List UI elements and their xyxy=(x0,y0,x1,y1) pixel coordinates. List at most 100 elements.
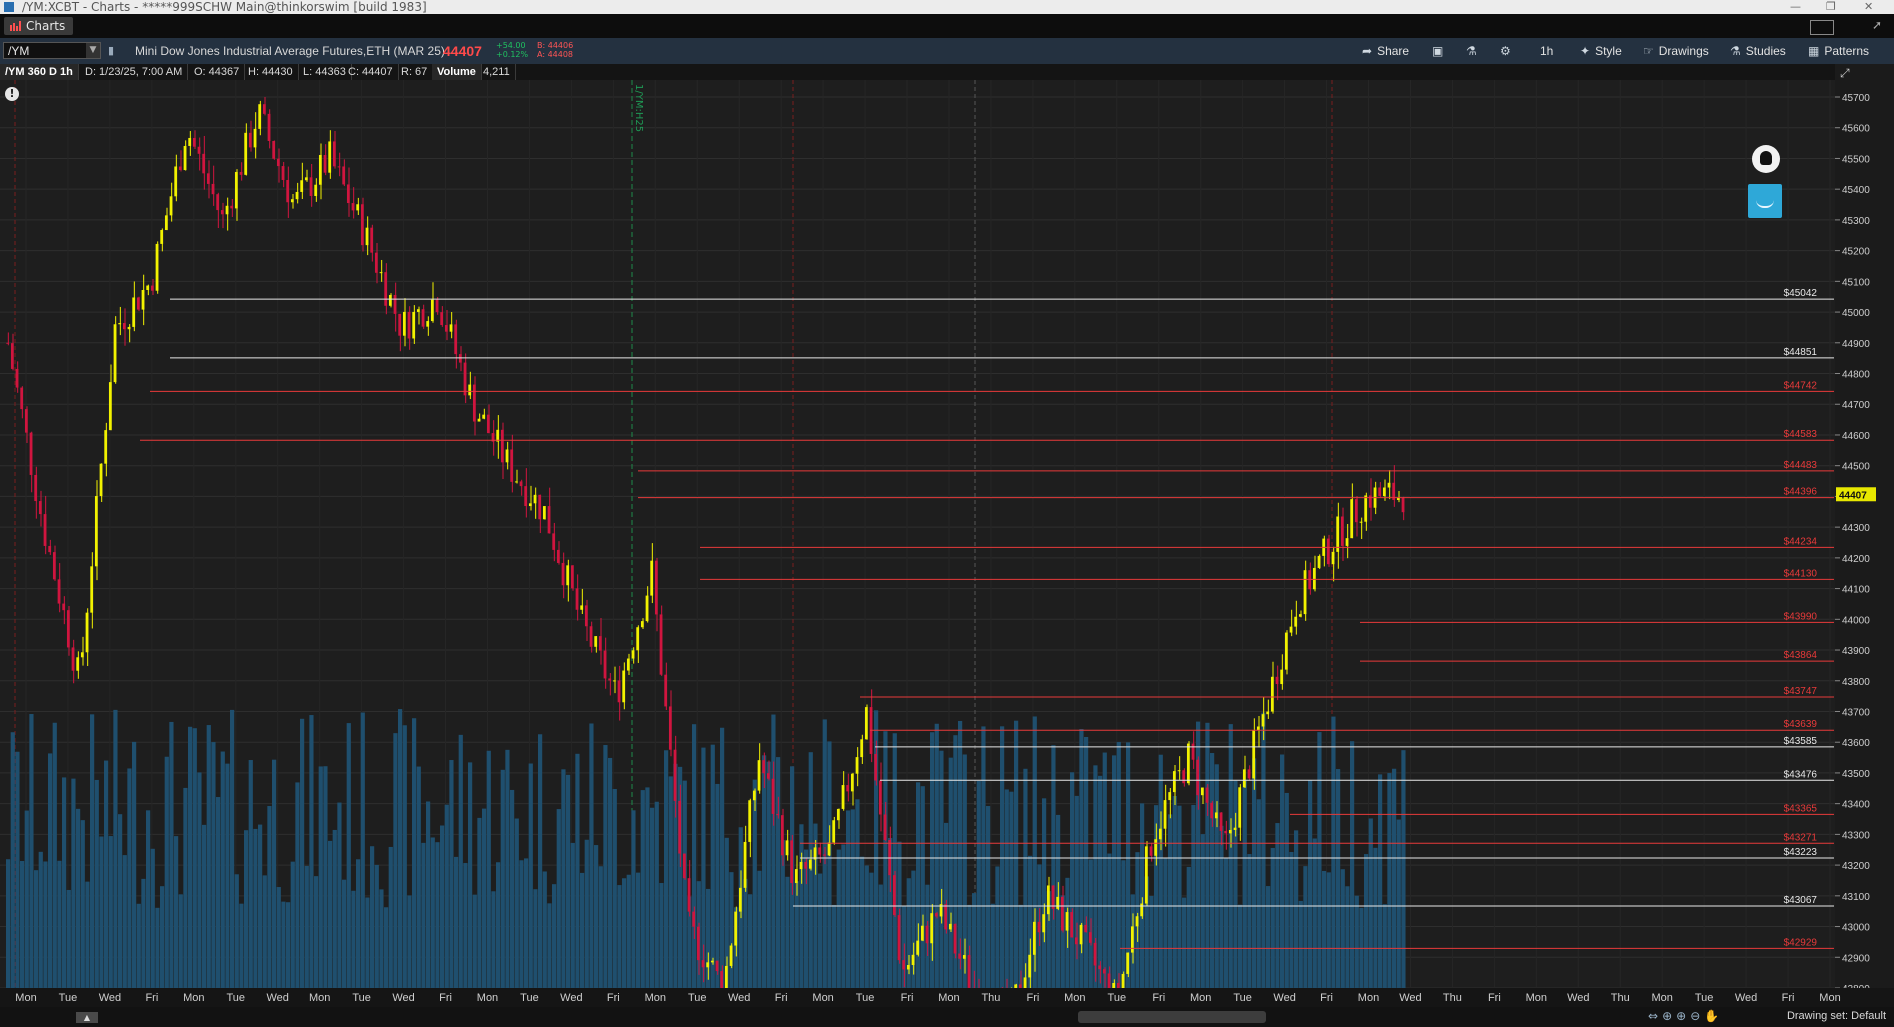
detach-window-icon[interactable] xyxy=(1810,20,1834,35)
candle-body xyxy=(1242,769,1246,788)
volume-bar xyxy=(220,751,225,988)
level-label: $43223 xyxy=(1784,847,1818,858)
volume-bar xyxy=(1247,854,1252,988)
pan-icon[interactable]: ⇔ xyxy=(1648,1009,1658,1023)
x-tick-label: Mon xyxy=(309,992,330,1004)
volume-bar xyxy=(486,750,491,988)
timeframe-button[interactable]: 1h xyxy=(1540,42,1553,60)
volume-bar xyxy=(6,859,11,988)
alert-icon[interactable]: ! xyxy=(5,87,19,101)
chart-area[interactable]: 1/YM:H25 $45042 $44851 $44742 $44583 $44483 $4… xyxy=(0,80,1894,1007)
collapse-panel-icon[interactable]: ▲ xyxy=(76,1012,98,1023)
volume-label: Volume xyxy=(432,64,482,80)
link-icon[interactable]: ▮ xyxy=(108,44,114,57)
candle-body xyxy=(850,773,854,792)
volume-bar xyxy=(155,907,160,988)
candle-body xyxy=(524,486,528,507)
zoom-out-icon[interactable]: ⊖ xyxy=(1690,1009,1700,1023)
volume-bar xyxy=(43,861,48,988)
volume-bar xyxy=(1102,752,1107,988)
candle-body xyxy=(454,324,458,355)
volume-bar xyxy=(827,741,832,988)
volume-bar xyxy=(1084,736,1089,988)
studies-button[interactable]: ⚗ Studies xyxy=(1730,42,1786,60)
hand-icon[interactable]: ✋ xyxy=(1704,1009,1719,1023)
snapshot-button[interactable]: ▣ xyxy=(1432,42,1448,60)
style-button[interactable]: ✦ Style xyxy=(1580,42,1622,60)
drawing-set[interactable]: Drawing set: Default xyxy=(1787,1010,1886,1022)
window-title: /YM:XCBT - Charts - *****999SCHW Main@th… xyxy=(22,0,427,14)
candle-body xyxy=(570,565,574,589)
crosshair-icon[interactable]: ⊕ xyxy=(1662,1009,1672,1023)
volume-bar xyxy=(1354,895,1359,988)
level-label: $44234 xyxy=(1784,536,1818,547)
pin-icon[interactable]: ➚ xyxy=(1872,18,1882,32)
volume-bar xyxy=(832,904,837,988)
candle-body xyxy=(878,780,882,815)
candle-body xyxy=(234,171,238,209)
candle-body xyxy=(384,272,388,306)
camera-icon: ▣ xyxy=(1432,44,1444,58)
settings-button[interactable]: ⚙ xyxy=(1500,42,1516,60)
flask-button[interactable]: ⚗ xyxy=(1466,42,1482,60)
candle-body xyxy=(174,166,178,197)
chart-info-bar: /YM 360 D 1h D: 1/23/25, 7:00 AM O: 4436… xyxy=(0,64,1835,80)
chart-scrollbar[interactable] xyxy=(1078,1011,1266,1023)
fit-chart-icon[interactable]: ⤢ xyxy=(1840,66,1850,81)
volume-bar xyxy=(1350,741,1355,988)
volume-bar xyxy=(612,789,617,988)
volume-bar xyxy=(1140,803,1145,988)
chart-period[interactable]: /YM 360 D 1h xyxy=(0,64,79,80)
zoom-in-icon[interactable]: ⊕ xyxy=(1676,1009,1686,1023)
volume-bar xyxy=(286,902,291,988)
maximize-icon[interactable]: ❐ xyxy=(1826,0,1836,14)
x-tick-label: Fri xyxy=(607,992,620,1004)
volume-bar xyxy=(472,894,477,988)
volume-bar xyxy=(556,809,561,988)
volume-bar xyxy=(206,725,211,988)
candle-body xyxy=(860,739,864,758)
candle-body xyxy=(295,191,299,200)
close-icon[interactable]: ✕ xyxy=(1864,0,1873,14)
tab-bar: Charts ➚ xyxy=(0,14,1894,38)
candle-body xyxy=(1219,812,1223,831)
price-chart[interactable]: 1/YM:H25 $45042 $44851 $44742 $44583 $44483 $4… xyxy=(0,80,1894,1007)
drawing-tool-icon[interactable] xyxy=(1752,145,1780,173)
volume-bar xyxy=(631,810,636,988)
volume-bar xyxy=(276,887,281,988)
level-label: $44483 xyxy=(1784,460,1818,471)
volume-bar xyxy=(430,837,435,988)
y-tick-label: 44800 xyxy=(1842,370,1870,381)
candle-body xyxy=(818,847,822,855)
minimize-icon[interactable]: — xyxy=(1790,0,1801,14)
x-tick-label: Thu xyxy=(1443,992,1462,1004)
bar-range: R: 67 xyxy=(396,64,434,80)
volume-bar xyxy=(1042,798,1047,988)
volume-bar xyxy=(892,733,897,988)
candle-body xyxy=(1121,973,1125,988)
volume-bar xyxy=(580,872,585,988)
patterns-button[interactable]: ▦ Patterns xyxy=(1808,42,1869,60)
candle-body xyxy=(38,501,42,515)
volume-bar xyxy=(864,865,869,988)
candle-body xyxy=(449,324,453,332)
y-tick-label: 43700 xyxy=(1842,707,1870,718)
volume-bar xyxy=(1345,886,1350,988)
candle-body xyxy=(757,760,761,791)
volume-bar xyxy=(776,757,781,988)
candle-body xyxy=(533,494,537,504)
volume-bar xyxy=(407,895,412,988)
tab-charts[interactable]: Charts xyxy=(4,17,74,35)
drawings-button[interactable]: ☞ Drawings xyxy=(1643,42,1709,60)
volume-bar xyxy=(234,874,239,988)
share-button[interactable]: ➦ Share xyxy=(1362,42,1409,60)
candle-body xyxy=(566,565,570,586)
volume-bar xyxy=(290,861,295,988)
symbol-dropdown-icon[interactable]: ▼ xyxy=(86,43,100,58)
y-tick-label: 43000 xyxy=(1842,923,1870,934)
candle-body xyxy=(225,205,229,215)
x-tick-label: Fri xyxy=(1026,992,1039,1004)
active-trader-icon[interactable] xyxy=(1748,184,1782,218)
candle-body xyxy=(1037,921,1041,933)
candle-body xyxy=(1154,839,1158,856)
